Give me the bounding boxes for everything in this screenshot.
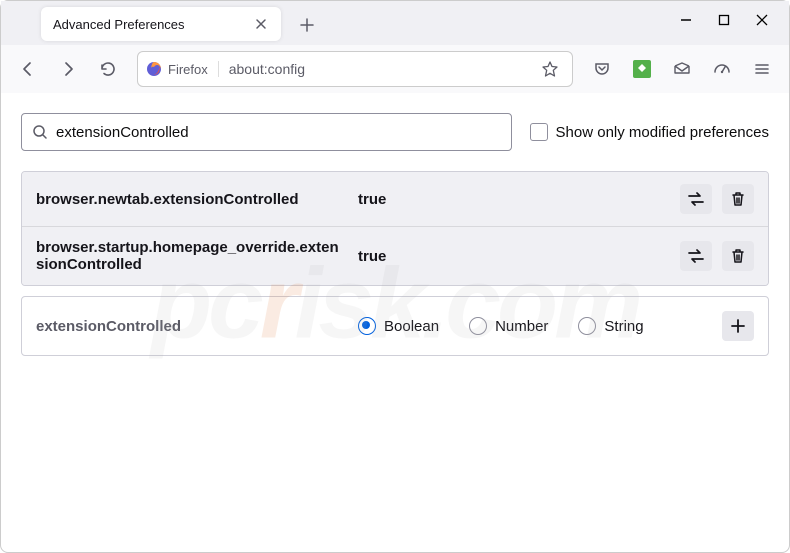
dashboard-icon[interactable] — [705, 52, 739, 86]
toggle-button[interactable] — [680, 184, 712, 214]
delete-button[interactable] — [722, 184, 754, 214]
toggle-button[interactable] — [680, 241, 712, 271]
close-window-button[interactable] — [755, 13, 769, 27]
radio-icon — [469, 317, 487, 335]
preference-list: browser.newtab.extensionControlled true … — [21, 171, 769, 286]
type-options: Boolean Number String — [358, 317, 710, 335]
new-preference-name: extensionControlled — [36, 318, 346, 335]
checkbox-icon — [530, 123, 548, 141]
search-row: Show only modified preferences — [21, 113, 769, 151]
preference-value: true — [358, 191, 668, 208]
window-controls — [679, 1, 789, 27]
back-button[interactable] — [11, 52, 45, 86]
preference-row: browser.startup.homepage_override.extens… — [22, 227, 768, 285]
new-tab-button[interactable] — [291, 9, 323, 41]
url-text: about:config — [229, 61, 536, 77]
tab-title: Advanced Preferences — [53, 17, 253, 32]
radio-icon — [578, 317, 596, 335]
preference-name: browser.newtab.extensionControlled — [36, 191, 346, 208]
firefox-icon — [146, 61, 162, 77]
close-tab-icon[interactable] — [253, 16, 269, 32]
extension-icon[interactable] — [625, 52, 659, 86]
identity-label: Firefox — [168, 62, 208, 77]
minimize-button[interactable] — [679, 13, 693, 27]
preference-value: true — [358, 248, 668, 265]
search-input[interactable] — [56, 124, 501, 141]
mail-icon[interactable] — [665, 52, 699, 86]
content-area: Show only modified preferences browser.n… — [1, 93, 789, 376]
modified-only-checkbox[interactable]: Show only modified preferences — [530, 123, 769, 141]
browser-tab[interactable]: Advanced Preferences — [41, 7, 281, 41]
bookmark-star-icon[interactable] — [536, 55, 564, 83]
type-boolean-radio[interactable]: Boolean — [358, 317, 439, 335]
titlebar: Advanced Preferences — [1, 1, 789, 45]
radio-label: Number — [495, 318, 548, 335]
url-bar[interactable]: Firefox about:config — [137, 51, 573, 87]
type-number-radio[interactable]: Number — [469, 317, 548, 335]
search-box[interactable] — [21, 113, 512, 151]
preference-actions — [680, 184, 754, 214]
add-button[interactable] — [722, 311, 754, 341]
search-icon — [32, 124, 48, 140]
pocket-icon[interactable] — [585, 52, 619, 86]
maximize-button[interactable] — [717, 13, 731, 27]
preference-name: browser.startup.homepage_override.extens… — [36, 239, 346, 273]
menu-button[interactable] — [745, 52, 779, 86]
forward-button[interactable] — [51, 52, 85, 86]
toolbar: Firefox about:config — [1, 45, 789, 93]
type-string-radio[interactable]: String — [578, 317, 643, 335]
radio-label: String — [604, 318, 643, 335]
radio-icon — [358, 317, 376, 335]
reload-button[interactable] — [91, 52, 125, 86]
delete-button[interactable] — [722, 241, 754, 271]
preference-row: browser.newtab.extensionControlled true — [22, 172, 768, 227]
checkbox-label: Show only modified preferences — [556, 124, 769, 141]
radio-label: Boolean — [384, 318, 439, 335]
new-preference-row: extensionControlled Boolean Number Strin… — [21, 296, 769, 356]
identity-box[interactable]: Firefox — [146, 61, 219, 77]
preference-actions — [680, 241, 754, 271]
